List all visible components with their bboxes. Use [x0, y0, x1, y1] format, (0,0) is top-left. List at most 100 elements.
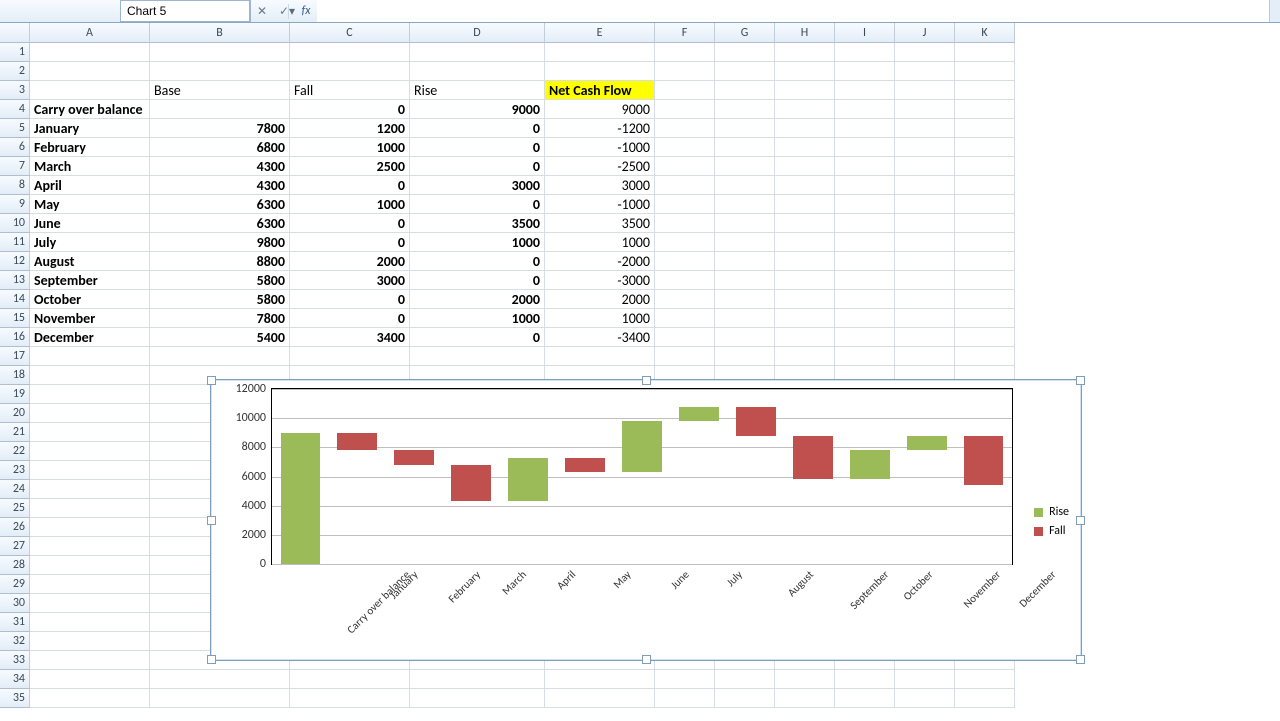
- cell-F7[interactable]: [655, 157, 715, 176]
- cell-D4[interactable]: 9000: [410, 100, 545, 119]
- chart-resize-handle[interactable]: [1076, 655, 1085, 664]
- row-header-10[interactable]: 10: [0, 214, 30, 233]
- legend-item-rise[interactable]: Rise: [1034, 505, 1069, 519]
- cell-D8[interactable]: 3000: [410, 176, 545, 195]
- row-header-21[interactable]: 21: [0, 423, 30, 442]
- row-header-2[interactable]: 2: [0, 62, 30, 81]
- row-header-18[interactable]: 18: [0, 366, 30, 385]
- cell-F16[interactable]: [655, 328, 715, 347]
- cell-H2[interactable]: [775, 62, 835, 81]
- cell-I34[interactable]: [835, 670, 895, 689]
- chart-resize-handle[interactable]: [1076, 376, 1085, 385]
- cell-A2[interactable]: [30, 62, 150, 81]
- cell-A13[interactable]: September: [30, 271, 150, 290]
- row-header-7[interactable]: 7: [0, 157, 30, 176]
- row-header-14[interactable]: 14: [0, 290, 30, 309]
- formula-input[interactable]: [317, 0, 1269, 22]
- cell-F15[interactable]: [655, 309, 715, 328]
- cell-G5[interactable]: [715, 119, 775, 138]
- row-header-33[interactable]: 33: [0, 651, 30, 670]
- cell-D11[interactable]: 1000: [410, 233, 545, 252]
- cell-B4[interactable]: [150, 100, 290, 119]
- cell-J5[interactable]: [895, 119, 955, 138]
- cell-A10[interactable]: June: [30, 214, 150, 233]
- row-header-24[interactable]: 24: [0, 480, 30, 499]
- row-header-12[interactable]: 12: [0, 252, 30, 271]
- cell-A18[interactable]: [30, 366, 150, 385]
- cell-A31[interactable]: [30, 613, 150, 632]
- cell-F17[interactable]: [655, 347, 715, 366]
- chart-plot-area[interactable]: 020004000600080001000012000Carry over ba…: [271, 388, 1013, 565]
- column-header-I[interactable]: I: [835, 23, 895, 43]
- cell-G11[interactable]: [715, 233, 775, 252]
- cell-K10[interactable]: [955, 214, 1015, 233]
- cell-E9[interactable]: -1000: [545, 195, 655, 214]
- cell-J2[interactable]: [895, 62, 955, 81]
- chart-bar[interactable]: [508, 389, 548, 564]
- worksheet[interactable]: ABCDEFGHIJK 1234567891011121314151617181…: [0, 23, 1280, 721]
- cell-F34[interactable]: [655, 670, 715, 689]
- cell-F1[interactable]: [655, 43, 715, 62]
- row-header-25[interactable]: 25: [0, 499, 30, 518]
- cell-B2[interactable]: [150, 62, 290, 81]
- cell-G3[interactable]: [715, 81, 775, 100]
- cell-E15[interactable]: 1000: [545, 309, 655, 328]
- cell-H10[interactable]: [775, 214, 835, 233]
- cell-E8[interactable]: 3000: [545, 176, 655, 195]
- column-header-D[interactable]: D: [410, 23, 545, 43]
- row-header-22[interactable]: 22: [0, 442, 30, 461]
- cell-C15[interactable]: 0: [290, 309, 410, 328]
- cell-F6[interactable]: [655, 138, 715, 157]
- row-header-15[interactable]: 15: [0, 309, 30, 328]
- cell-K11[interactable]: [955, 233, 1015, 252]
- row-header-29[interactable]: 29: [0, 575, 30, 594]
- cell-C17[interactable]: [290, 347, 410, 366]
- cell-G1[interactable]: [715, 43, 775, 62]
- cell-E35[interactable]: [545, 689, 655, 708]
- cell-I15[interactable]: [835, 309, 895, 328]
- cell-K6[interactable]: [955, 138, 1015, 157]
- cell-B15[interactable]: 7800: [150, 309, 290, 328]
- cell-C8[interactable]: 0: [290, 176, 410, 195]
- chart-bar-rise[interactable]: [281, 433, 321, 564]
- cell-B12[interactable]: 8800: [150, 252, 290, 271]
- cell-F11[interactable]: [655, 233, 715, 252]
- select-all-corner[interactable]: [0, 23, 30, 43]
- cell-I9[interactable]: [835, 195, 895, 214]
- chart-bar[interactable]: [679, 389, 719, 564]
- cell-G16[interactable]: [715, 328, 775, 347]
- cell-I5[interactable]: [835, 119, 895, 138]
- cell-E5[interactable]: -1200: [545, 119, 655, 138]
- cell-G35[interactable]: [715, 689, 775, 708]
- chart-bar-fall[interactable]: [964, 436, 1004, 486]
- cell-B10[interactable]: 6300: [150, 214, 290, 233]
- legend-item-fall[interactable]: Fall: [1034, 524, 1069, 538]
- formula-bar-expand-handle[interactable]: [1269, 0, 1280, 22]
- cell-D3[interactable]: Rise: [410, 81, 545, 100]
- cell-A27[interactable]: [30, 537, 150, 556]
- cell-F9[interactable]: [655, 195, 715, 214]
- cell-K4[interactable]: [955, 100, 1015, 119]
- embedded-chart[interactable]: 020004000600080001000012000Carry over ba…: [210, 379, 1082, 661]
- cell-J8[interactable]: [895, 176, 955, 195]
- cell-D34[interactable]: [410, 670, 545, 689]
- cell-H1[interactable]: [775, 43, 835, 62]
- column-header-B[interactable]: B: [150, 23, 290, 43]
- cell-J34[interactable]: [895, 670, 955, 689]
- cell-C9[interactable]: 1000: [290, 195, 410, 214]
- row-header-11[interactable]: 11: [0, 233, 30, 252]
- cell-I1[interactable]: [835, 43, 895, 62]
- cell-G8[interactable]: [715, 176, 775, 195]
- cell-A14[interactable]: October: [30, 290, 150, 309]
- cell-B6[interactable]: 6800: [150, 138, 290, 157]
- cell-J13[interactable]: [895, 271, 955, 290]
- cell-B5[interactable]: 7800: [150, 119, 290, 138]
- chart-legend[interactable]: Rise Fall: [1034, 500, 1069, 543]
- cell-A22[interactable]: [30, 442, 150, 461]
- cell-G13[interactable]: [715, 271, 775, 290]
- cell-E7[interactable]: -2500: [545, 157, 655, 176]
- column-header-J[interactable]: J: [895, 23, 955, 43]
- cell-C34[interactable]: [290, 670, 410, 689]
- cell-A20[interactable]: [30, 404, 150, 423]
- cell-I13[interactable]: [835, 271, 895, 290]
